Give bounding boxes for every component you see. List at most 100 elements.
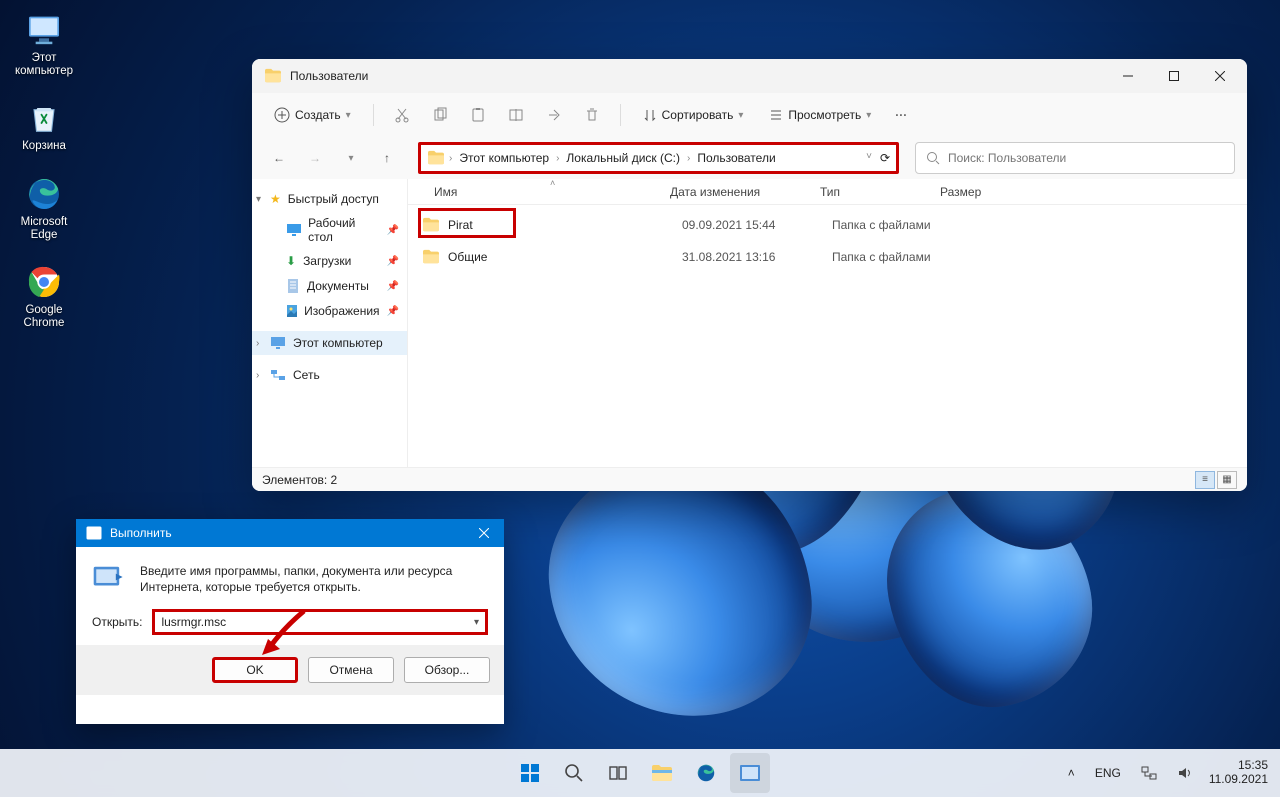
chevron-down-icon: ▾ xyxy=(346,110,351,121)
rename-button[interactable] xyxy=(500,102,532,128)
chevron-right-icon: › xyxy=(449,153,452,164)
folder-icon xyxy=(422,217,440,233)
chevron-down-icon[interactable]: ˅ xyxy=(866,151,872,165)
new-label: Создать xyxy=(295,108,341,122)
run-input[interactable] xyxy=(161,615,474,629)
network-icon[interactable] xyxy=(1137,764,1161,782)
language-indicator[interactable]: ENG xyxy=(1091,764,1125,782)
file-row[interactable]: Pirat 09.09.2021 15:44 Папка с файлами xyxy=(408,209,1247,241)
search-box[interactable] xyxy=(915,142,1235,174)
view-button[interactable]: Просмотреть ▾ xyxy=(759,103,881,127)
forward-button[interactable]: → xyxy=(300,143,330,173)
more-button[interactable]: ··· xyxy=(887,103,915,127)
date: 11.09.2021 xyxy=(1209,773,1268,787)
paste-button[interactable] xyxy=(462,102,494,128)
command-bar: Создать ▾ Сортировать ▾ Просмотреть ▾ ··… xyxy=(252,93,1247,137)
browse-button[interactable]: Обзор... xyxy=(404,657,490,683)
back-button[interactable]: ← xyxy=(264,143,294,173)
desktop-icon-this-pc[interactable]: Этоткомпьютер xyxy=(6,6,82,82)
chevron-right-icon: › xyxy=(687,153,690,164)
minimize-button[interactable] xyxy=(1105,59,1151,93)
desktop-icon-label: MicrosoftEdge xyxy=(21,216,68,242)
close-button[interactable] xyxy=(1197,59,1243,93)
breadcrumb-item[interactable]: Пользователи xyxy=(694,149,778,167)
titlebar[interactable]: Выполнить xyxy=(76,519,504,547)
file-name: Pirat xyxy=(448,218,473,232)
details-view-button[interactable]: ≡ xyxy=(1195,471,1215,489)
copy-button[interactable] xyxy=(424,102,456,128)
clock[interactable]: 15:35 11.09.2021 xyxy=(1209,759,1268,787)
breadcrumb-item[interactable]: Локальный диск (C:) xyxy=(563,149,683,167)
run-description: Введите имя программы, папки, документа … xyxy=(140,563,488,595)
cancel-button[interactable]: Отмена xyxy=(308,657,394,683)
pin-icon: 📌 xyxy=(387,281,399,292)
nav-quick-access[interactable]: ▾★Быстрый доступ xyxy=(252,187,407,211)
open-label: Открыть: xyxy=(92,615,142,629)
column-date[interactable]: Дата изменения xyxy=(670,185,820,199)
file-date: 31.08.2021 13:16 xyxy=(682,250,832,264)
file-type: Папка с файлами xyxy=(832,218,972,232)
tray-chevron[interactable]: ˄ xyxy=(1064,764,1079,782)
column-size[interactable]: Размер xyxy=(940,185,1020,199)
file-explorer-window: Пользователи Создать ▾ xyxy=(252,59,1247,491)
dropdown-icon[interactable]: ▾ xyxy=(474,617,479,628)
start-button[interactable] xyxy=(510,753,550,793)
search-input[interactable] xyxy=(948,151,1224,165)
address-bar[interactable]: › Этот компьютер › Локальный диск (C:) ›… xyxy=(418,142,899,174)
view-label: Просмотреть xyxy=(788,108,861,122)
nav-pictures[interactable]: Изображения📌 xyxy=(252,299,407,323)
desktop-icon-chrome[interactable]: GoogleChrome xyxy=(6,258,82,334)
refresh-icon[interactable]: ⟳ xyxy=(880,151,890,165)
chevron-down-icon: ▾ xyxy=(866,110,871,121)
folder-icon xyxy=(264,68,282,84)
cut-button[interactable] xyxy=(386,102,418,128)
close-button[interactable] xyxy=(464,519,504,547)
taskbar: ˄ ENG 15:35 11.09.2021 xyxy=(0,749,1280,797)
new-button[interactable]: Создать ▾ xyxy=(264,102,361,128)
taskbar-explorer[interactable] xyxy=(642,753,682,793)
column-type[interactable]: Тип xyxy=(820,185,940,199)
navigation-pane: ▾★Быстрый доступ Рабочий стол📌 ⬇Загрузки… xyxy=(252,179,408,467)
titlebar[interactable]: Пользователи xyxy=(252,59,1247,93)
up-button[interactable]: ↑ xyxy=(372,143,402,173)
run-icon xyxy=(86,526,102,540)
sort-button[interactable]: Сортировать ▾ xyxy=(633,103,754,127)
folder-icon xyxy=(427,150,445,166)
ok-button[interactable]: OK xyxy=(212,657,298,683)
recent-dropdown-button[interactable]: ▾ xyxy=(336,143,366,173)
search-icon xyxy=(926,151,940,165)
sort-label: Сортировать xyxy=(662,108,734,122)
delete-button[interactable] xyxy=(576,102,608,128)
tiles-view-button[interactable]: ▦ xyxy=(1217,471,1237,489)
file-row[interactable]: Общие 31.08.2021 13:16 Папка с файлами xyxy=(408,241,1247,273)
desktop-icon-recycle-bin[interactable]: Корзина xyxy=(6,94,82,157)
taskbar-run[interactable] xyxy=(730,753,770,793)
run-input-wrapper: ▾ xyxy=(152,609,488,635)
task-view-button[interactable] xyxy=(598,753,638,793)
sort-indicator-icon: ˄ xyxy=(550,178,555,188)
search-button[interactable] xyxy=(554,753,594,793)
file-list: ˄ Имя Дата изменения Тип Размер Pirat 09… xyxy=(408,179,1247,467)
nav-desktop[interactable]: Рабочий стол📌 xyxy=(252,211,407,249)
folder-icon xyxy=(422,249,440,265)
desktop-icon-label: Корзина xyxy=(22,140,66,153)
time: 15:35 xyxy=(1209,759,1268,773)
nav-this-pc[interactable]: ›Этот компьютер xyxy=(252,331,407,355)
share-button[interactable] xyxy=(538,102,570,128)
desktop-icon-label: GoogleChrome xyxy=(24,304,65,330)
desktop-icon-label: Этоткомпьютер xyxy=(15,52,73,78)
breadcrumb-item[interactable]: Этот компьютер xyxy=(456,149,552,167)
file-type: Папка с файлами xyxy=(832,250,972,264)
taskbar-edge[interactable] xyxy=(686,753,726,793)
nav-documents[interactable]: Документы📌 xyxy=(252,273,407,299)
desktop[interactable]: Этоткомпьютер Корзина MicrosoftEdge Goog… xyxy=(0,0,1280,797)
volume-icon[interactable] xyxy=(1173,764,1197,782)
column-name[interactable]: Имя xyxy=(420,185,670,199)
nav-downloads[interactable]: ⬇Загрузки📌 xyxy=(252,249,407,273)
desktop-icon-edge[interactable]: MicrosoftEdge xyxy=(6,170,82,246)
run-title: Выполнить xyxy=(110,526,172,540)
pin-icon: 📌 xyxy=(387,256,399,267)
nav-network[interactable]: ›Сеть xyxy=(252,363,407,387)
maximize-button[interactable] xyxy=(1151,59,1197,93)
run-dialog: Выполнить Введите имя программы, папки, … xyxy=(76,519,504,724)
